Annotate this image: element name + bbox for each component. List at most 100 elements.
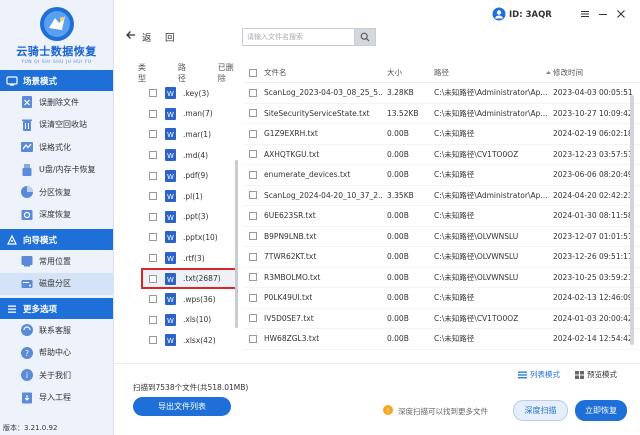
- tree-item[interactable]: W .xls(10): [114, 310, 240, 331]
- section-scene-mode[interactable]: 场景模式: [0, 70, 113, 91]
- tree-item-checkbox[interactable]: [149, 151, 157, 160]
- sidebar-item-help[interactable]: ? 帮助中心: [0, 342, 113, 365]
- tree-item[interactable]: W .pl(1): [114, 186, 240, 207]
- tree-item-checkbox[interactable]: [149, 130, 157, 139]
- sidebar-item-common-location[interactable]: 常用位置: [0, 250, 113, 273]
- sidebar-item-partition[interactable]: 分区恢复: [0, 181, 113, 204]
- table-row[interactable]: P0LK49UI.txt 0.00B C:\未知路径 2024-02-13 12:46…: [244, 288, 640, 309]
- back-button[interactable]: 返: [142, 30, 152, 44]
- file-size: 0.00B: [387, 313, 409, 323]
- tree-item-checkbox[interactable]: [149, 233, 157, 242]
- word-file-icon: W: [165, 252, 176, 265]
- divider: [114, 363, 640, 364]
- table-row[interactable]: AXHQTKGU.txt 0.00B C:\未知路径\CV1TO0OZ 2023-12…: [244, 145, 640, 165]
- back-arrow-icon[interactable]: [125, 29, 137, 41]
- row-checkbox[interactable]: [249, 170, 257, 179]
- section-wizard-mode[interactable]: 向导模式: [0, 229, 113, 250]
- row-checkbox[interactable]: [249, 314, 257, 323]
- table-row[interactable]: enumerate_devices.txt 0.00B C:\未知路径 2023-06…: [244, 165, 640, 186]
- tab-path[interactable]: 路径: [178, 63, 193, 84]
- menu-icon[interactable]: [580, 9, 590, 19]
- row-checkbox[interactable]: [249, 109, 257, 118]
- tab-type[interactable]: 类型: [138, 63, 153, 84]
- search-button[interactable]: [354, 28, 376, 46]
- sidebar-item-disk-partition[interactable]: 磁盘分区: [0, 272, 113, 295]
- table-row[interactable]: HW68ZGL3.txt 0.00B C:\未知路径 2024-02-14 12:54…: [244, 329, 640, 350]
- col-size-header[interactable]: 大小: [387, 67, 402, 78]
- tree-item-checkbox[interactable]: [149, 109, 157, 118]
- tree-item-checkbox[interactable]: [149, 295, 157, 304]
- table-scrollbar[interactable]: [630, 95, 634, 345]
- tree-item-label: .pdf(9): [183, 171, 209, 181]
- tree-item[interactable]: W .xlsx(42): [114, 330, 240, 351]
- row-checkbox[interactable]: [249, 334, 257, 343]
- minimize-icon[interactable]: [598, 9, 608, 19]
- close-icon[interactable]: [616, 9, 626, 19]
- tree-item[interactable]: W .mar(1): [114, 124, 240, 145]
- table-header: 文件名 大小 路径 修改时间: [244, 63, 640, 83]
- list-view-toggle[interactable]: 列表模式: [518, 369, 560, 380]
- table-row[interactable]: B9PN9LNB.txt 0.00B C:\未知路径\OLVWNSLU 2023-12…: [244, 227, 640, 247]
- tree-item-checkbox[interactable]: [149, 171, 157, 180]
- tree-item-checkbox[interactable]: [149, 274, 157, 283]
- tree-item[interactable]: W .key(3): [114, 83, 240, 104]
- sidebar-item-format[interactable]: 误格式化: [0, 136, 113, 159]
- table-row[interactable]: R3MBOLMO.txt 0.00B C:\未知路径\OLVWNSLU 2023-10…: [244, 268, 640, 288]
- tree-item[interactable]: W .pdf(9): [114, 165, 240, 186]
- select-all-checkbox[interactable]: [249, 68, 257, 77]
- tree-item[interactable]: W .md(4): [114, 145, 240, 166]
- deep-recovery-icon: [21, 209, 33, 220]
- recover-now-button[interactable]: 立即恢复: [575, 400, 627, 421]
- row-checkbox[interactable]: [249, 232, 257, 241]
- table-row[interactable]: SiteSecurityServiceState.txt 13.52KB C:\未知…: [244, 104, 640, 124]
- brand-pinyin: YUN QI SHI SHU JU HUI FU: [21, 60, 92, 65]
- col-name-header[interactable]: 文件名: [264, 67, 287, 78]
- sidebar-item-usb[interactable]: U盘/内存卡恢复: [0, 159, 113, 182]
- sidebar-item-deep-recovery[interactable]: 深度恢复: [0, 204, 113, 227]
- row-checkbox[interactable]: [249, 150, 257, 159]
- row-checkbox[interactable]: [249, 88, 257, 97]
- col-path-header[interactable]: 路径: [434, 67, 449, 78]
- tree-item[interactable]: W .pptx(10): [114, 227, 240, 248]
- row-checkbox[interactable]: [249, 129, 257, 138]
- tree-item[interactable]: W .man(7): [114, 104, 240, 125]
- row-checkbox[interactable]: [249, 211, 257, 220]
- tree-item[interactable]: W .txt(2687): [141, 268, 237, 289]
- tree-item[interactable]: W .wps(36): [114, 289, 240, 310]
- tree-item-checkbox[interactable]: [149, 315, 157, 324]
- file-size: 13.52KB: [387, 108, 419, 118]
- col-time-header[interactable]: 修改时间: [553, 67, 583, 78]
- user-icon[interactable]: [492, 7, 506, 21]
- row-checkbox[interactable]: [249, 293, 257, 302]
- tree-scrollbar[interactable]: [235, 160, 238, 328]
- section-title: 向导模式: [23, 235, 58, 246]
- tree-item[interactable]: W .ppt(3): [114, 207, 240, 228]
- deep-scan-button[interactable]: 深度扫描: [513, 400, 568, 421]
- export-file-list-button[interactable]: 导出文件列表: [133, 397, 231, 416]
- table-row[interactable]: ScanLog_2023-04-03_08_25_5... 3.28KB C:\未知…: [244, 83, 640, 104]
- sidebar-item-recycle-bin[interactable]: 误清空回收站: [0, 114, 113, 137]
- table-row[interactable]: 7TWR62KT.txt 0.00B C:\未知路径\OLVWNSLU 2023-12…: [244, 247, 640, 268]
- preview-view-toggle[interactable]: 预览模式: [575, 369, 617, 380]
- search-input[interactable]: [242, 28, 354, 46]
- tree-item-checkbox[interactable]: [149, 212, 157, 221]
- table-row[interactable]: IV5D0SE7.txt 0.00B C:\未知路径\CV1TO0OZ 2024-01…: [244, 309, 640, 329]
- tree-item-checkbox[interactable]: [149, 89, 157, 98]
- home-button[interactable]: 回: [165, 30, 175, 44]
- row-checkbox[interactable]: [249, 273, 257, 282]
- tree-item-checkbox[interactable]: [149, 254, 157, 263]
- row-checkbox[interactable]: [249, 191, 257, 200]
- tab-deleted[interactable]: 已删除: [218, 63, 240, 84]
- row-checkbox[interactable]: [249, 252, 257, 261]
- table-row[interactable]: ScanLog_2024-04-20_10_37_2... 3.35KB C:\未知…: [244, 186, 640, 206]
- tree-item-checkbox[interactable]: [149, 192, 157, 201]
- sidebar-item-about[interactable]: i 关于我们: [0, 364, 113, 387]
- sidebar-item-deleted-files[interactable]: 误删除文件: [0, 91, 113, 114]
- table-row[interactable]: G1Z9EXRH.txt 0.00B C:\未知路径 2024-02-19 06:02…: [244, 124, 640, 145]
- tree-item-checkbox[interactable]: [149, 336, 157, 345]
- tree-item[interactable]: W .rtf(3): [114, 248, 240, 269]
- table-row[interactable]: 6UE623SR.txt 0.00B C:\未知路径 2024-01-30 08:11…: [244, 206, 640, 227]
- sidebar-item-import[interactable]: 导入工程: [0, 387, 113, 410]
- sidebar-item-support[interactable]: 联系客服: [0, 319, 113, 342]
- section-more-options[interactable]: 更多选项: [0, 298, 113, 319]
